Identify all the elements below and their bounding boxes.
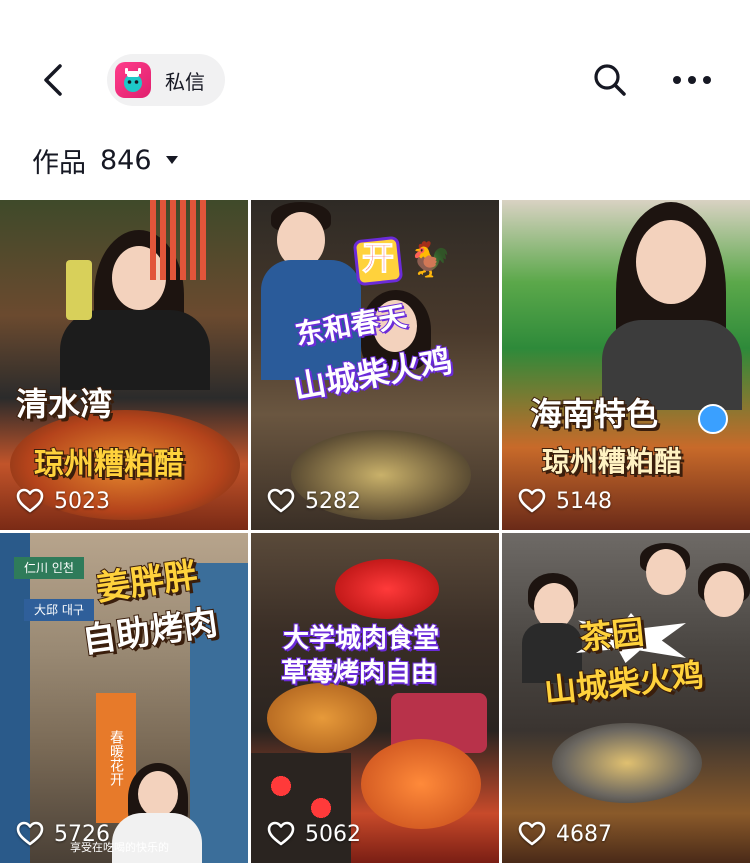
more-icon [673,76,711,84]
back-button[interactable] [36,60,76,100]
like-count-value: 5726 [54,821,110,847]
video-caption: 清水湾 [15,385,113,424]
video-caption: 海南特色 [529,395,659,434]
more-button[interactable] [670,60,714,100]
caret-down-icon [165,156,178,164]
video-caption: 琼州糟粕醋 [541,444,683,478]
video-tile[interactable]: 大学城肉食堂 草莓烤肉自由 5062 [251,533,499,863]
heart-icon [267,488,295,513]
chevron-left-icon [44,64,62,96]
like-count: 5726 [16,821,110,847]
heart-icon [16,488,44,513]
video-tile[interactable]: 海南特色 琼州糟粕醋 5148 [502,200,750,530]
like-count-value: 5282 [305,488,361,514]
heart-icon [518,821,546,846]
video-caption-badge: 开 [361,239,394,277]
rooster-icon: 🐓 [409,240,452,280]
works-filter[interactable]: 作品 846 [32,140,180,180]
works-count: 846 [100,144,152,176]
direct-message-button[interactable]: 私信 [107,54,225,106]
search-button[interactable] [590,60,630,100]
heart-icon [267,821,295,846]
like-count: 4687 [518,821,612,847]
search-icon [594,64,626,96]
like-count-value: 5062 [305,821,361,847]
street-sign: 仁川 인천 [14,557,84,579]
like-count: 5062 [267,821,361,847]
like-count-value: 4687 [556,821,612,847]
like-count: 5023 [16,488,110,514]
top-bar: 私信 [0,0,750,130]
dm-label: 私信 [165,69,205,94]
video-tile[interactable]: 仁川 인천 大邱 대구 春暖花开 姜胖胖 自助烤肉 享受在吃喝的快乐的 5726 [0,533,248,863]
heart-icon [518,488,546,513]
video-caption: 琼州糟粕醋 [33,447,185,483]
works-label: 作品 [32,147,86,179]
like-count: 5282 [267,488,361,514]
video-caption: 茶园 [577,612,647,658]
video-caption: 草莓烤肉自由 [280,657,438,689]
street-sign: 大邱 대구 [24,599,94,621]
video-grid: 清水湾 琼州糟粕醋 5023 开 🐓 东和春天 山城柴火鸡 5282 海南特色 … [0,200,750,863]
heart-icon [16,821,44,846]
like-count-value: 5148 [556,488,612,514]
video-tile[interactable]: 茶园 山城柴火鸡 4687 [502,533,750,863]
video-caption: 大学城肉食堂 [282,623,440,655]
video-tile[interactable]: 开 🐓 东和春天 山城柴火鸡 5282 [251,200,499,530]
like-count-value: 5023 [54,488,110,514]
avatar [115,62,151,98]
like-count: 5148 [518,488,612,514]
smile-icon [698,404,728,434]
video-tile[interactable]: 清水湾 琼州糟粕醋 5023 [0,200,248,530]
